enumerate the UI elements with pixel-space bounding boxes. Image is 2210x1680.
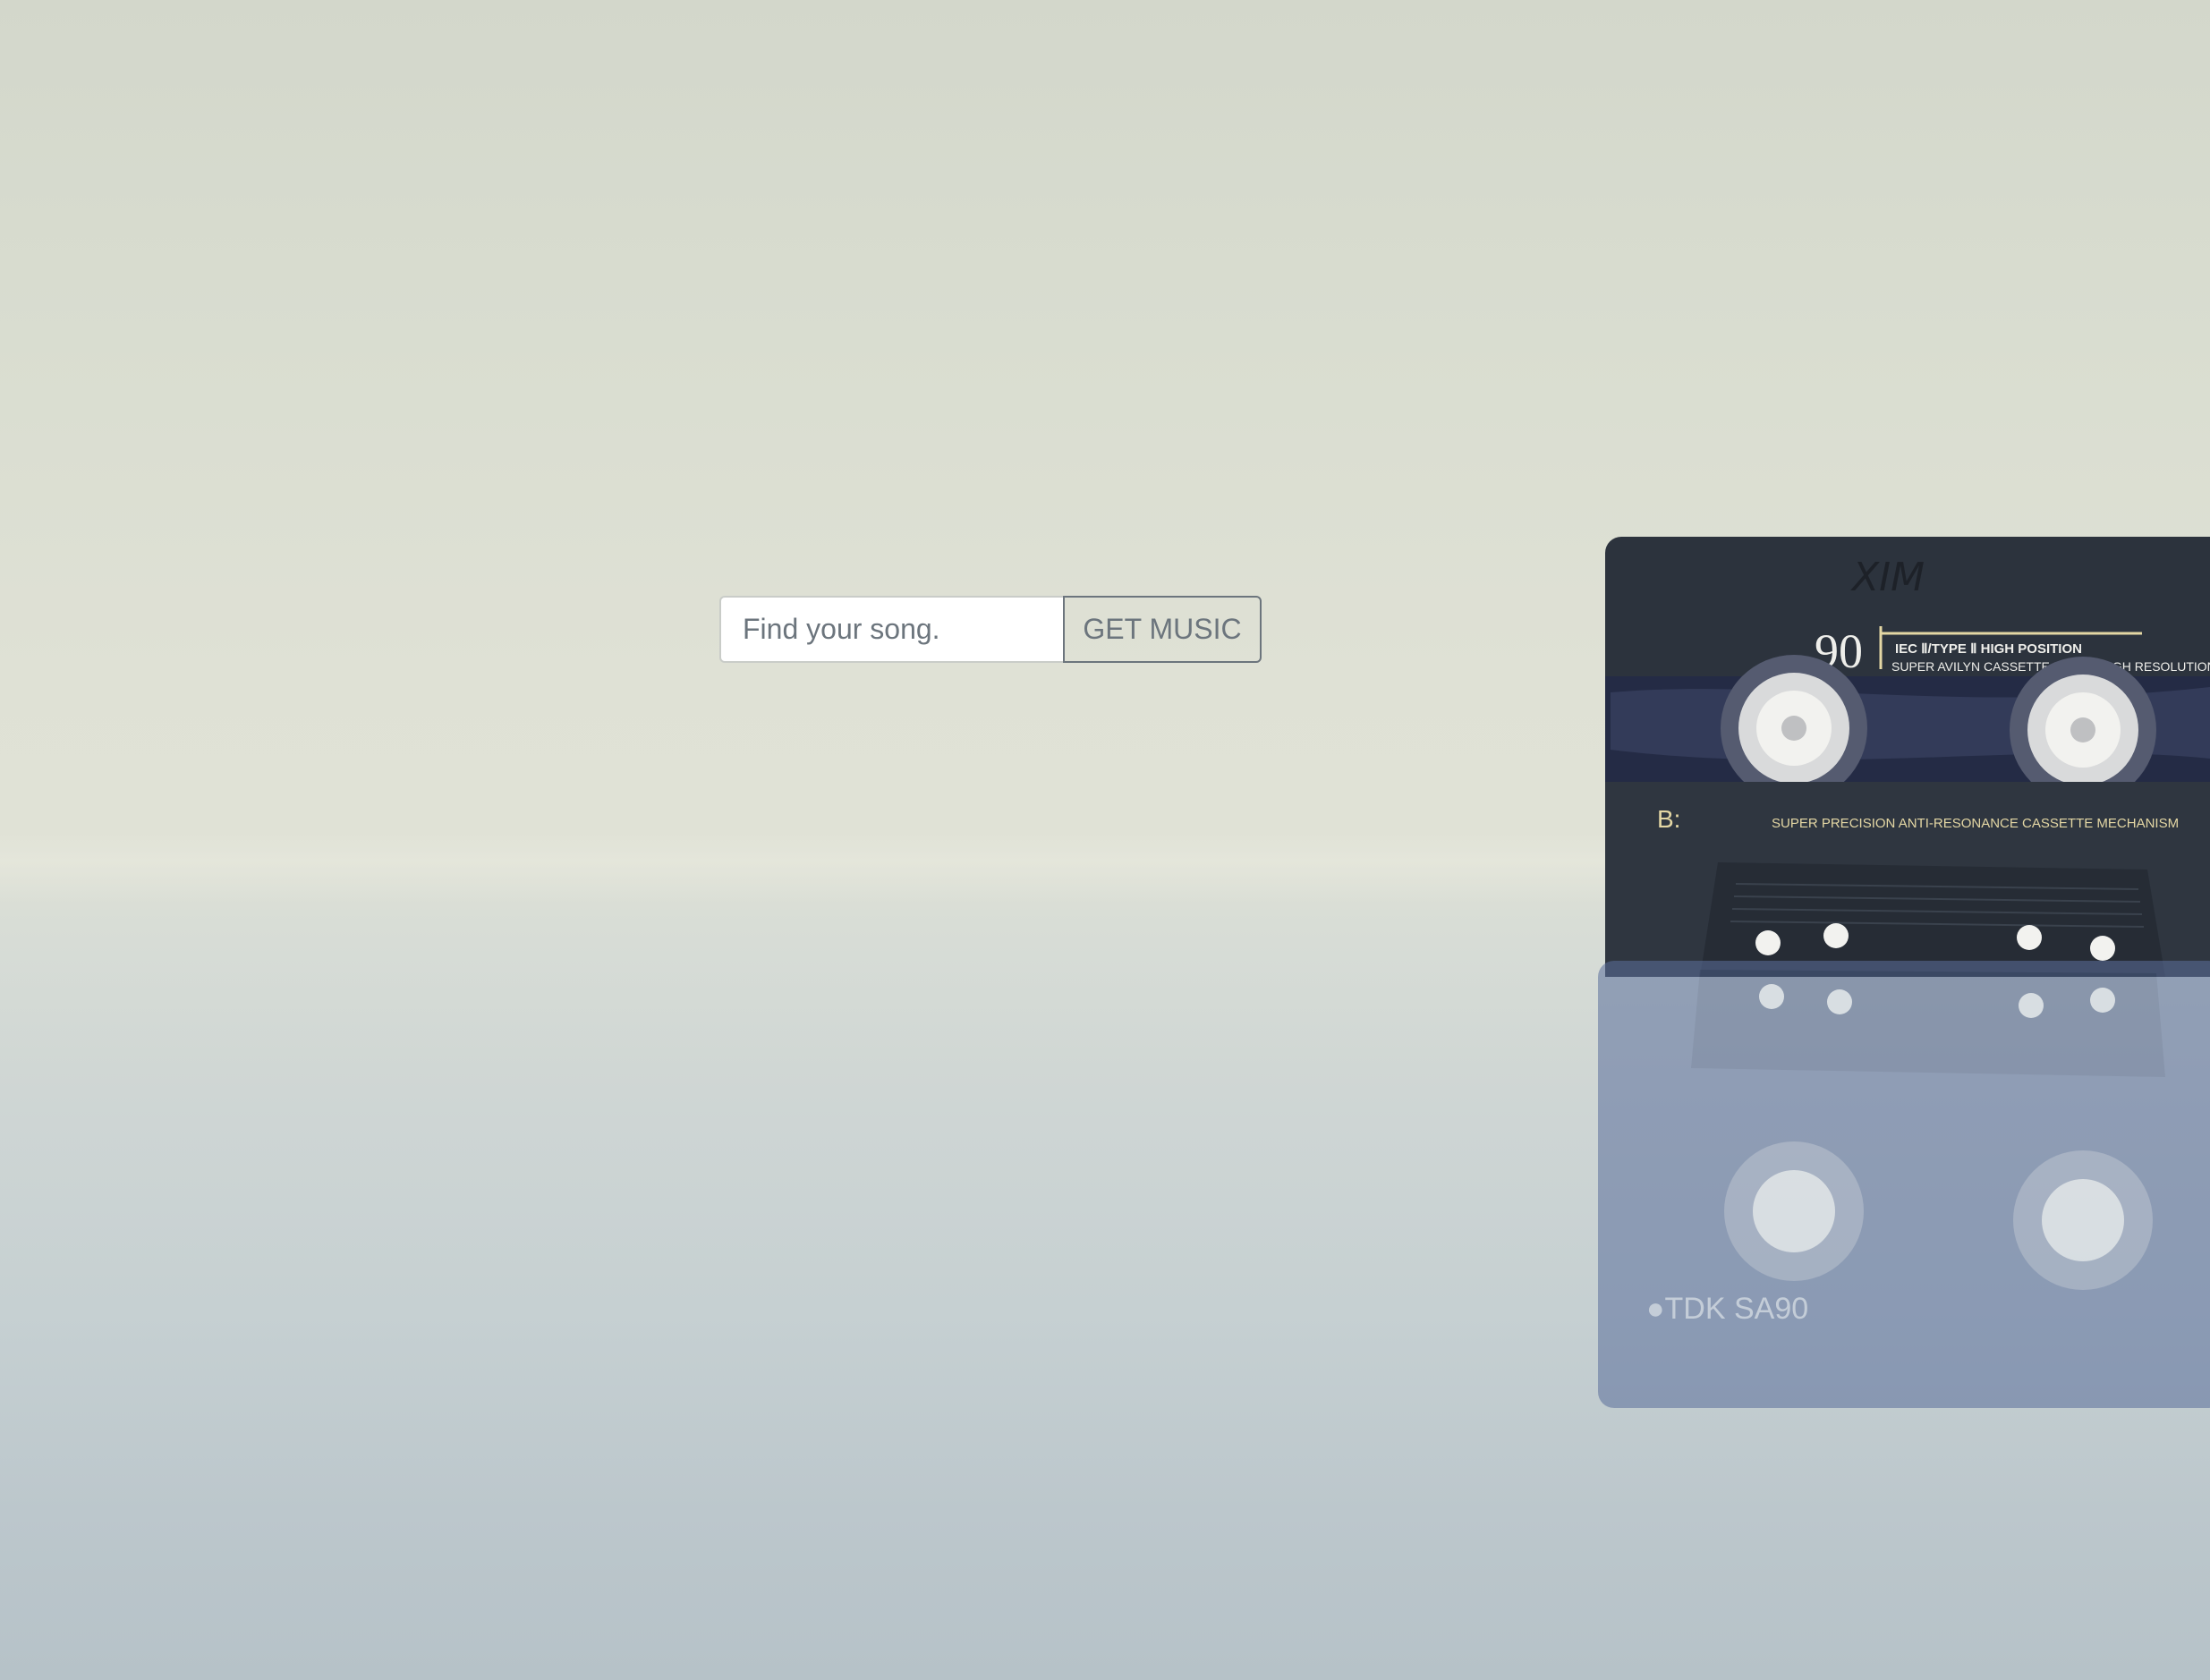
cassette-image: XIM 90 IEC Ⅱ/TYPE Ⅱ HIGH POSITION SUPER … (1593, 535, 2210, 1438)
song-search-input[interactable] (719, 596, 1063, 663)
cassette-type-line: IEC Ⅱ/TYPE Ⅱ HIGH POSITION (1895, 641, 2082, 657)
cassette-tape: XIM 90 IEC Ⅱ/TYPE Ⅱ HIGH POSITION SUPER … (1605, 537, 2210, 977)
reflection-brand-text: ●TDK SA90 (1646, 1292, 1808, 1326)
left-reel (1721, 655, 1867, 802)
cassette-handwriting: XIM (1850, 555, 1925, 600)
get-music-button[interactable]: GET MUSIC (1063, 596, 1262, 663)
cassette-side: B: (1657, 805, 1680, 833)
right-reel (2010, 657, 2156, 803)
cassette-mechanism-line: SUPER PRECISION ANTI-RESONANCE CASSETTE … (1772, 816, 2179, 831)
search-form: GET MUSIC (719, 596, 1262, 663)
cassette-reflection: ●TDK SA90 (1598, 961, 2210, 1408)
